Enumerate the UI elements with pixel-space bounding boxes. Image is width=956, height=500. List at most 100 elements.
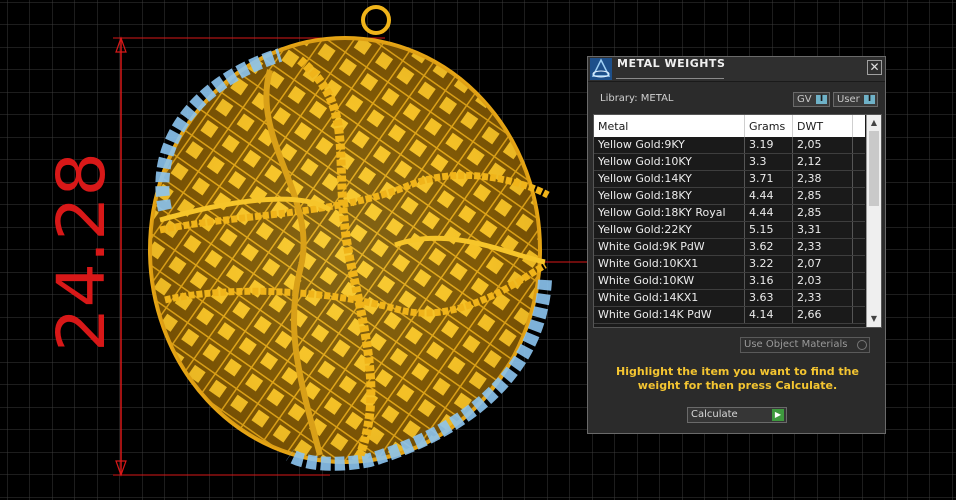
user-toggle-indicator: I <box>864 95 875 104</box>
column-divider <box>852 256 853 273</box>
dwt-cell: 2,05 <box>797 138 822 151</box>
metal-cell: Yellow Gold:18KY Royal <box>598 206 726 219</box>
column-header-dwt[interactable]: DWT <box>797 120 823 133</box>
column-divider <box>852 239 853 256</box>
column-divider <box>744 115 745 137</box>
column-divider <box>792 154 793 171</box>
use-object-materials-label: Use Object Materials <box>744 339 848 350</box>
table-row[interactable]: White Gold:14KX1 3.63 2,33 <box>594 290 865 307</box>
title-underline <box>616 78 724 79</box>
metal-cell: Yellow Gold:9KY <box>598 138 685 151</box>
column-divider <box>792 171 793 188</box>
column-divider <box>852 205 853 222</box>
dwt-cell: 3,31 <box>797 223 822 236</box>
column-divider <box>792 115 793 137</box>
column-header-metal[interactable]: Metal <box>598 120 628 133</box>
column-divider <box>744 256 745 273</box>
gv-toggle[interactable]: GV I <box>793 92 830 107</box>
column-divider <box>852 290 853 307</box>
grams-cell: 3.19 <box>749 138 774 151</box>
table-row[interactable]: White Gold:10KX1 3.22 2,07 <box>594 256 865 273</box>
dimension-label: 24.28 <box>43 152 120 352</box>
calculate-button-label: Calculate <box>691 409 738 420</box>
metal-cell: White Gold:10KX1 <box>598 257 699 270</box>
metal-cell: Yellow Gold:18KY <box>598 189 692 202</box>
column-divider <box>852 273 853 290</box>
column-divider <box>792 188 793 205</box>
user-toggle[interactable]: User I <box>833 92 878 107</box>
dwt-cell: 2,33 <box>797 240 822 253</box>
table-row[interactable]: Yellow Gold:10KY 3.3 2,12 <box>594 154 865 171</box>
metal-weights-panel: METAL WEIGHTS ✕ Library: METAL GV I User… <box>587 56 886 434</box>
column-header-grams[interactable]: Grams <box>749 120 785 133</box>
calculate-button[interactable]: Calculate ▶ <box>687 407 787 423</box>
metal-cell: White Gold:14K PdW <box>598 308 712 321</box>
grams-cell: 3.22 <box>749 257 774 270</box>
scroll-down-arrow-icon[interactable]: ▼ <box>869 313 879 325</box>
grams-cell: 4.44 <box>749 206 774 219</box>
panel-title: METAL WEIGHTS <box>617 57 726 70</box>
metal-cell: Yellow Gold:22KY <box>598 223 692 236</box>
column-divider <box>744 273 745 290</box>
column-divider <box>792 239 793 256</box>
dwt-cell: 2,33 <box>797 291 822 304</box>
scroll-thumb[interactable] <box>869 131 879 206</box>
metal-table: Metal Grams DWT Yellow Gold:9KY 3.19 2,05 Y… <box>593 114 882 328</box>
column-divider <box>744 290 745 307</box>
column-divider <box>852 222 853 239</box>
metal-cell: White Gold:9K PdW <box>598 240 705 253</box>
table-row[interactable]: Yellow Gold:9KY 3.19 2,05 <box>594 137 865 154</box>
dwt-cell: 2,07 <box>797 257 822 270</box>
dwt-cell: 2,38 <box>797 172 822 185</box>
column-divider <box>744 188 745 205</box>
column-divider <box>792 273 793 290</box>
table-header: Metal Grams DWT <box>594 115 865 137</box>
column-divider <box>744 205 745 222</box>
gv-toggle-label: GV <box>797 94 812 105</box>
column-divider <box>852 154 853 171</box>
column-divider <box>792 222 793 239</box>
table-row[interactable]: White Gold:10KW 3.16 2,03 <box>594 273 865 290</box>
close-button[interactable]: ✕ <box>867 60 882 75</box>
column-divider <box>744 137 745 154</box>
metal-cell: Yellow Gold:10KY <box>598 155 692 168</box>
table-row[interactable]: Yellow Gold:22KY 5.15 3,31 <box>594 222 865 239</box>
dwt-cell: 2,85 <box>797 206 822 219</box>
use-object-materials-option[interactable]: Use Object Materials <box>740 337 870 353</box>
grams-cell: 4.14 <box>749 308 774 321</box>
grams-cell: 4.44 <box>749 189 774 202</box>
dwt-cell: 2,03 <box>797 274 822 287</box>
grams-cell: 3.16 <box>749 274 774 287</box>
column-divider <box>792 290 793 307</box>
column-divider <box>792 137 793 154</box>
column-divider <box>852 171 853 188</box>
column-divider <box>792 256 793 273</box>
column-divider <box>852 307 853 324</box>
metal-cell: Yellow Gold:14KY <box>598 172 692 185</box>
table-row[interactable]: Yellow Gold:14KY 3.71 2,38 <box>594 171 865 188</box>
scroll-up-arrow-icon[interactable]: ▲ <box>869 117 879 129</box>
grams-cell: 3.3 <box>749 155 767 168</box>
column-divider <box>744 307 745 324</box>
column-divider <box>852 115 853 137</box>
column-divider <box>744 171 745 188</box>
dwt-cell: 2,66 <box>797 308 822 321</box>
column-divider <box>792 205 793 222</box>
grams-cell: 5.15 <box>749 223 774 236</box>
table-scrollbar[interactable]: ▲ ▼ <box>866 115 881 327</box>
dwt-cell: 2,85 <box>797 189 822 202</box>
table-row[interactable]: White Gold:14K PdW 4.14 2,66 <box>594 307 865 324</box>
column-divider <box>852 188 853 205</box>
column-divider <box>852 137 853 154</box>
row-divider <box>594 323 865 324</box>
grams-cell: 3.62 <box>749 240 774 253</box>
panel-titlebar[interactable]: METAL WEIGHTS ✕ <box>588 57 885 82</box>
table-row[interactable]: Yellow Gold:18KY Royal 4.44 2,85 <box>594 205 865 222</box>
table-row[interactable]: Yellow Gold:18KY 4.44 2,85 <box>594 188 865 205</box>
table-row[interactable]: White Gold:9K PdW 3.62 2,33 <box>594 239 865 256</box>
use-object-materials-radio[interactable] <box>857 340 867 350</box>
dwt-cell: 2,12 <box>797 155 822 168</box>
play-arrow-icon: ▶ <box>772 409 784 421</box>
user-toggle-label: User <box>837 94 860 105</box>
column-divider <box>744 222 745 239</box>
